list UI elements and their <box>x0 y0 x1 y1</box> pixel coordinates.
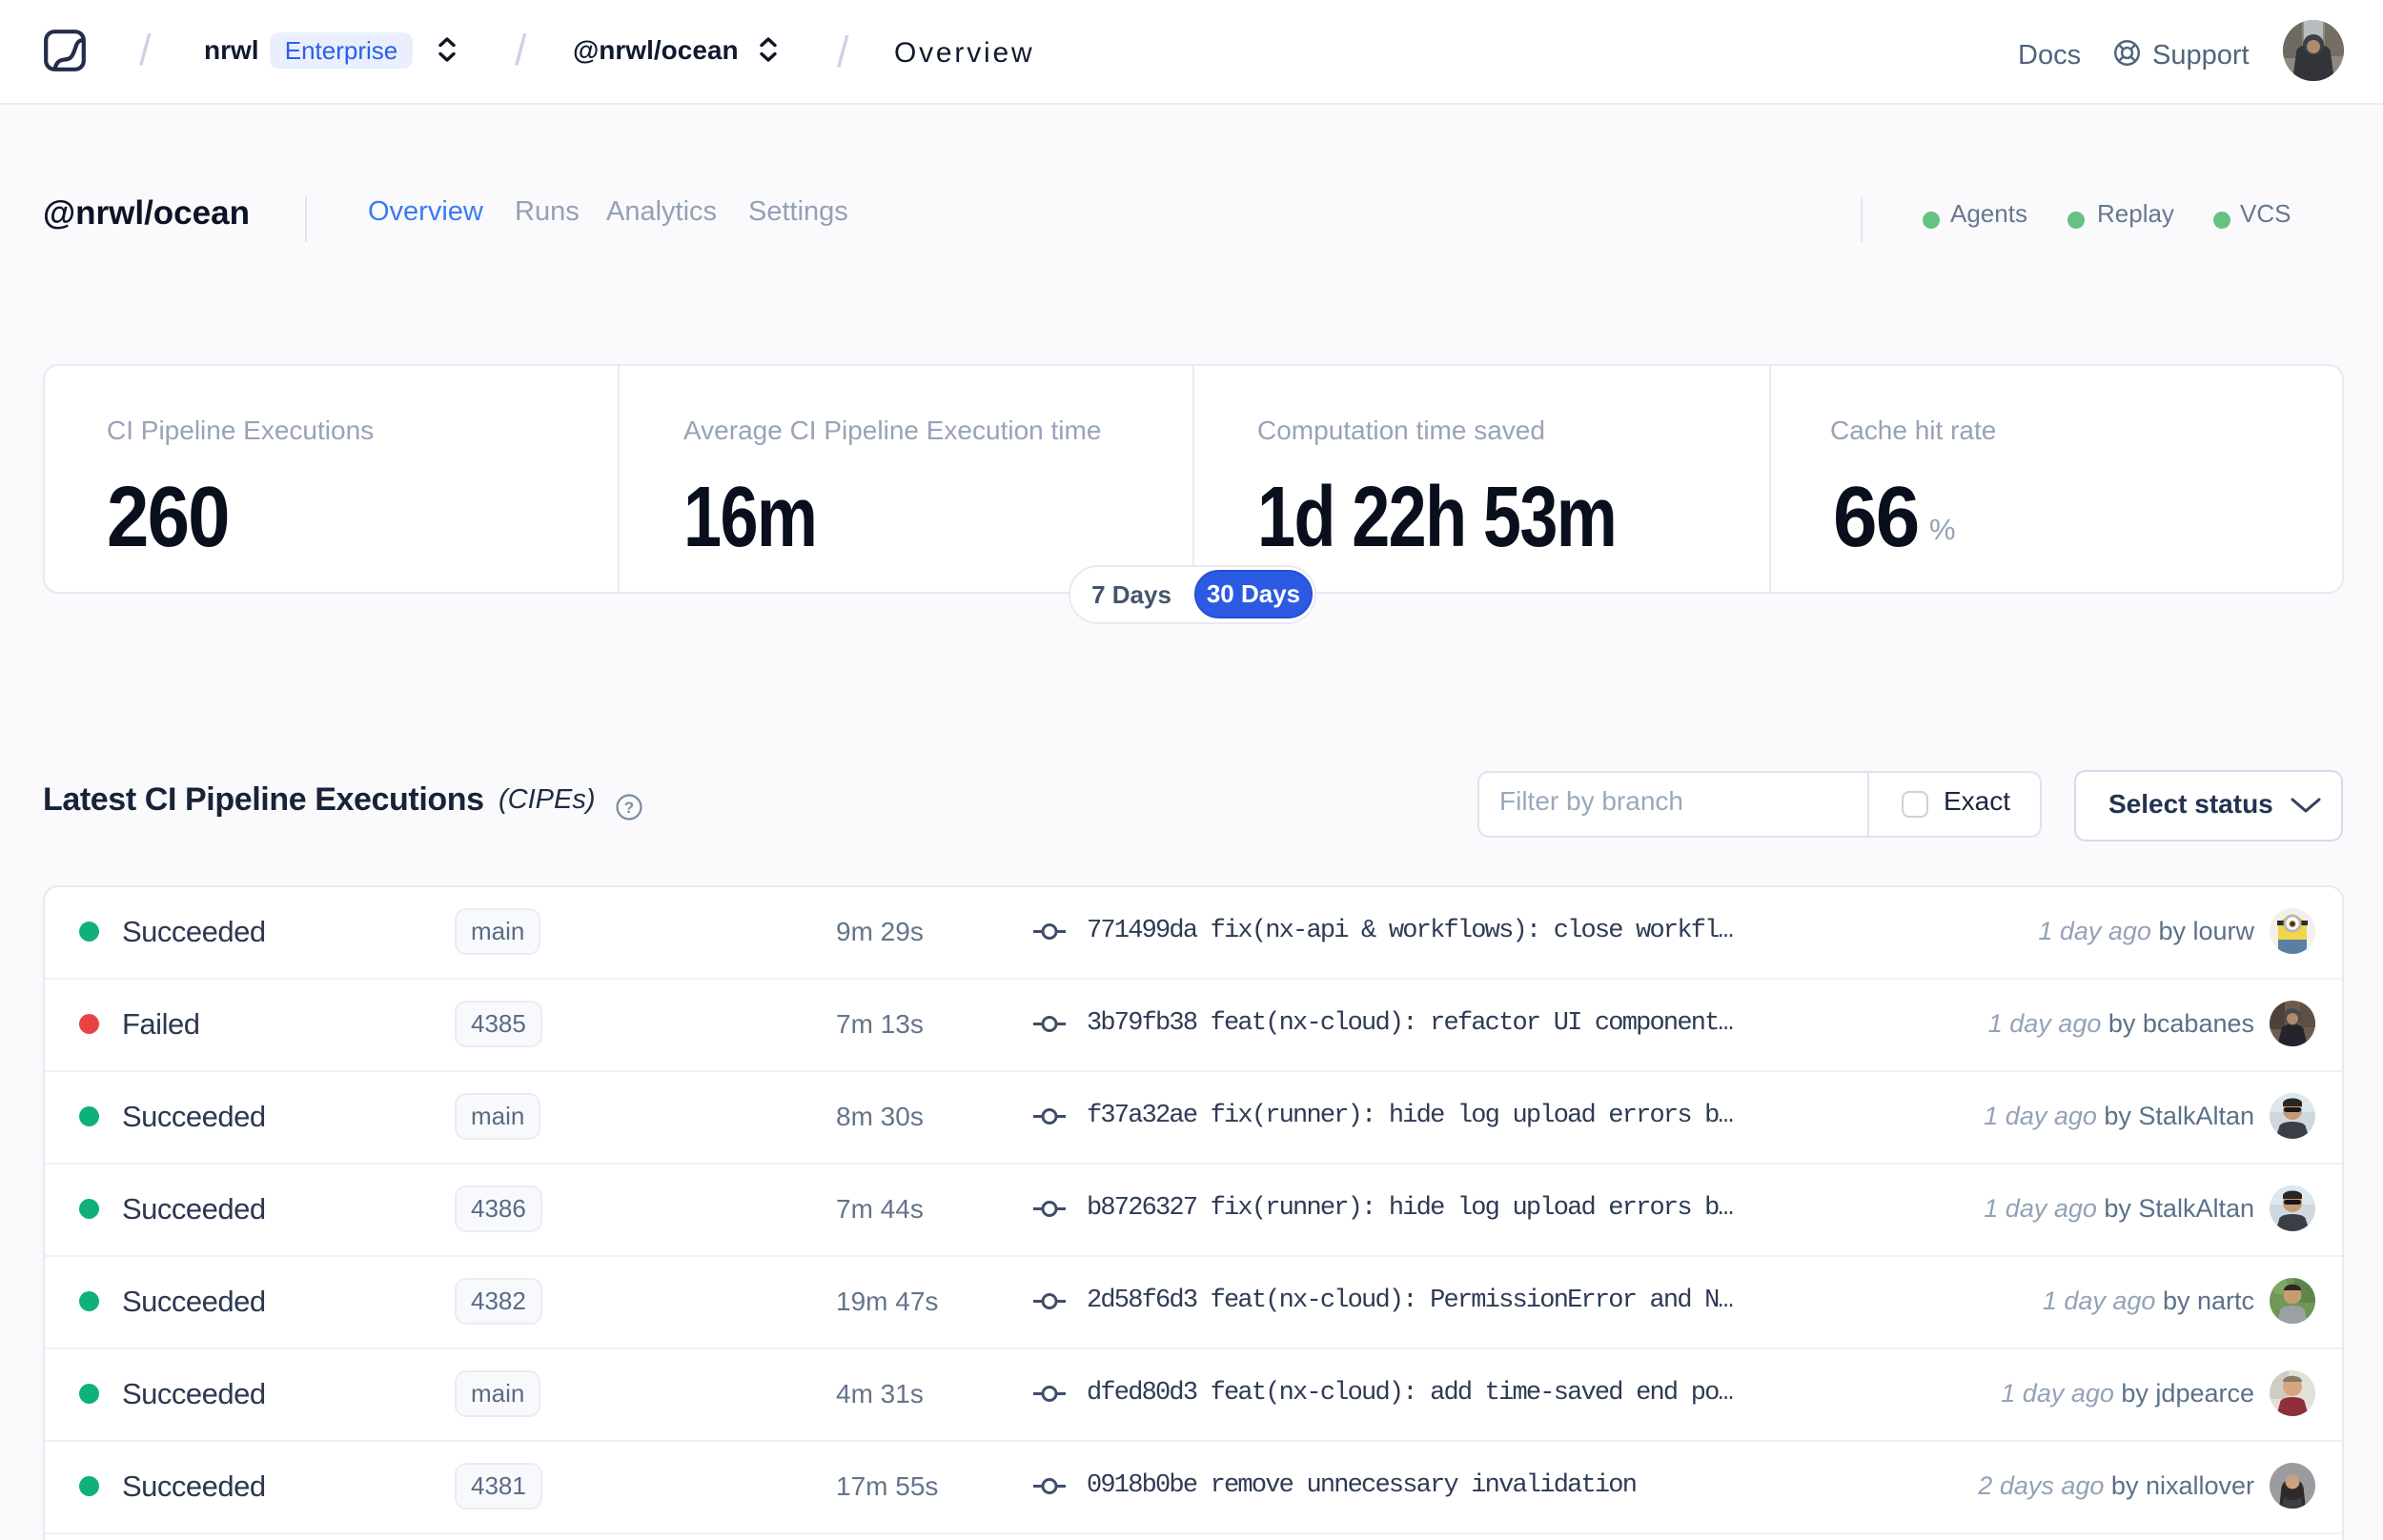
svg-text:?: ? <box>624 799 634 817</box>
